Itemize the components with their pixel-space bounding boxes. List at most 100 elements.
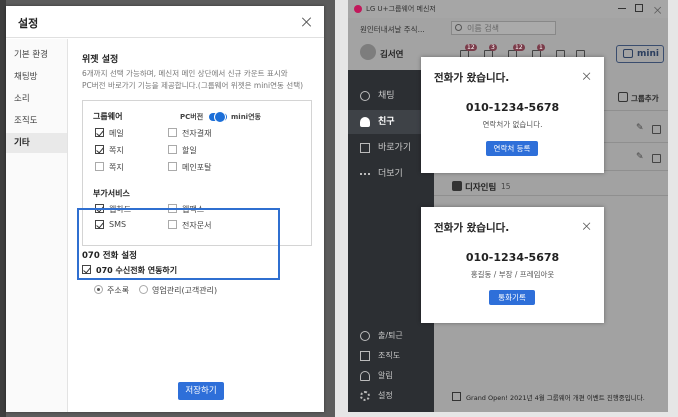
nav-item-alarm[interactable]: 알림 <box>348 366 434 386</box>
caller-info: 홍길동 / 부장 / 프레임아웃 <box>470 270 555 279</box>
nav-more-label: 더보기 <box>378 169 403 179</box>
edit-icon[interactable]: ✎ <box>636 152 644 162</box>
delete-icon[interactable] <box>652 125 661 134</box>
dialog-title: 설정 <box>18 17 39 30</box>
caller-info: 연락처가 없습니다. <box>482 120 543 129</box>
sidebar-item-etc[interactable]: 기타 <box>6 133 67 153</box>
settings-dialog: 설정 기본 환경 채팅방 소리 조직도 기타 위젯 설정 6개까지 선택 가능하… <box>6 6 324 412</box>
nav-org-label: 조직도 <box>378 351 401 360</box>
nav-item-org[interactable]: 조직도 <box>348 346 434 366</box>
checkbox-approval[interactable] <box>168 128 177 137</box>
checkbox-mail[interactable] <box>95 128 104 137</box>
mail-badge: 12 <box>465 44 477 51</box>
sidebar-item-sound[interactable]: 소리 <box>6 89 67 109</box>
caller-number: 010-1234-5678 <box>465 101 560 114</box>
avatar[interactable] <box>360 44 376 60</box>
search-input[interactable]: 이름 검색 <box>451 21 556 35</box>
chat-icon <box>360 91 370 101</box>
addon-label: 부가서비스 <box>93 189 130 198</box>
popup-title: 전화가 왔습니다. <box>434 72 510 84</box>
minimize-icon[interactable] <box>618 8 626 9</box>
note-badge: 3 <box>489 44 497 51</box>
checkbox-note-2[interactable] <box>95 162 104 171</box>
maximize-icon[interactable] <box>635 4 643 12</box>
clock-icon <box>360 331 370 341</box>
org-chart-icon <box>360 351 370 361</box>
close-icon[interactable] <box>300 16 314 30</box>
nav-attendance-label: 출/퇴근 <box>378 331 403 340</box>
app-logo-icon <box>354 5 362 13</box>
group-count: 15 <box>501 182 511 191</box>
messenger-titlebar: LG U+그룹웨어 메신저 <box>348 0 668 18</box>
nav-item-settings[interactable]: 설정 <box>348 386 434 406</box>
checkbox-todo[interactable] <box>168 145 177 154</box>
search-icon <box>455 24 462 31</box>
popup-close-icon[interactable] <box>581 221 592 232</box>
sidebar-item-chatroom[interactable]: 채팅방 <box>6 67 67 87</box>
radio-address-book-label: 주소록 <box>107 286 130 295</box>
checkbox-note[interactable] <box>95 145 104 154</box>
app-title: LG U+그룹웨어 메신저 <box>366 5 436 13</box>
call-popup-known: 전화가 왔습니다. 010-1234-5678 홍길동 / 부장 / 프레임아웃… <box>421 207 604 323</box>
toggle-mini-label: mini연동 <box>231 113 261 121</box>
group-name[interactable]: 디자인팀 <box>465 181 496 193</box>
search-placeholder: 이름 검색 <box>467 24 499 33</box>
pc-mini-toggle[interactable] <box>209 111 227 123</box>
caller-number: 010-1234-5678 <box>465 251 560 264</box>
call-popup-unknown: 전화가 왔습니다. 010-1234-5678 연락처가 없습니다. 연락처 등… <box>421 57 604 173</box>
row-divider <box>434 195 668 196</box>
widget-description: 6개까지 선택 가능하며, 메신저 메인 상단에서 신규 카운트 표시와 PC버… <box>82 68 317 92</box>
radio-address-book[interactable] <box>94 285 103 294</box>
option-note-2-label: 쪽지 <box>109 163 124 172</box>
widget-description-line1: 6개까지 선택 가능하며, 메신저 메인 상단에서 신규 카운트 표시와 <box>82 69 288 78</box>
nav-chat-label: 채팅 <box>378 91 395 101</box>
mini-label: mini <box>637 49 659 59</box>
sidebar-item-org-chart[interactable]: 조직도 <box>6 111 67 131</box>
option-main-portal-label: 메인포탈 <box>182 163 212 172</box>
mini-icon <box>623 49 633 58</box>
radio-sales-label: 영업관리(고객관리) <box>152 286 218 295</box>
groupware-label: 그룹웨어 <box>93 112 123 121</box>
todo-badge: 1 <box>537 44 545 51</box>
notice-text[interactable]: Grand Open! 2021년 4월 그룹웨어 개편 이벤트 진행중입니다. <box>466 392 645 402</box>
person-icon <box>360 117 370 127</box>
mini-button[interactable]: mini <box>616 45 664 63</box>
save-button[interactable]: 저장하기 <box>178 382 224 400</box>
widget-section-title: 위젯 설정 <box>82 55 119 65</box>
more-icon <box>360 173 370 175</box>
call-link-label: 070 수신전화 연동하기 <box>96 266 178 275</box>
call-history-button[interactable]: 통화기록 <box>489 290 535 305</box>
gear-icon <box>360 391 370 401</box>
user-name[interactable]: 김서연 <box>380 48 403 60</box>
settings-sidebar: 기본 환경 채팅방 소리 조직도 기타 <box>6 39 68 412</box>
call-section-title: 070 전화 설정 <box>82 251 137 261</box>
nav-friends-label: 친구 <box>378 117 395 127</box>
nav-shortcut-label: 바로가기 <box>378 143 412 153</box>
edit-icon[interactable]: ✎ <box>636 123 644 133</box>
nav-settings-label: 설정 <box>378 391 393 400</box>
dialog-header: 설정 <box>6 6 324 38</box>
checkbox-call-link[interactable] <box>82 265 91 274</box>
bell-icon <box>360 371 370 381</box>
popup-close-icon[interactable] <box>581 71 592 82</box>
shortcut-icon <box>360 143 370 153</box>
popup-title: 전화가 왔습니다. <box>434 222 510 234</box>
add-group-label[interactable]: 그룹추가 <box>631 93 659 104</box>
option-approval-label: 전자결재 <box>182 129 212 138</box>
checkbox-main-portal[interactable] <box>168 162 177 171</box>
register-contact-button[interactable]: 연락처 등록 <box>486 141 538 156</box>
approval-badge: 12 <box>513 44 525 51</box>
option-mail-label: 메일 <box>109 129 124 138</box>
option-note-label: 쪽지 <box>109 146 124 155</box>
add-group-icon[interactable] <box>618 92 628 102</box>
company-name: 원인터내셔날 주식... <box>360 25 425 34</box>
nav-alarm-label: 알림 <box>378 371 393 380</box>
window-close-icon[interactable] <box>653 6 664 17</box>
radio-sales[interactable] <box>139 285 148 294</box>
megaphone-icon <box>452 392 461 401</box>
sidebar-item-general[interactable]: 기본 환경 <box>6 45 67 65</box>
delete-icon[interactable] <box>652 154 661 163</box>
toggle-pc-label: PC버전 <box>180 113 204 121</box>
nav-item-attendance[interactable]: 출/퇴근 <box>348 326 434 346</box>
group-icon <box>452 181 462 191</box>
